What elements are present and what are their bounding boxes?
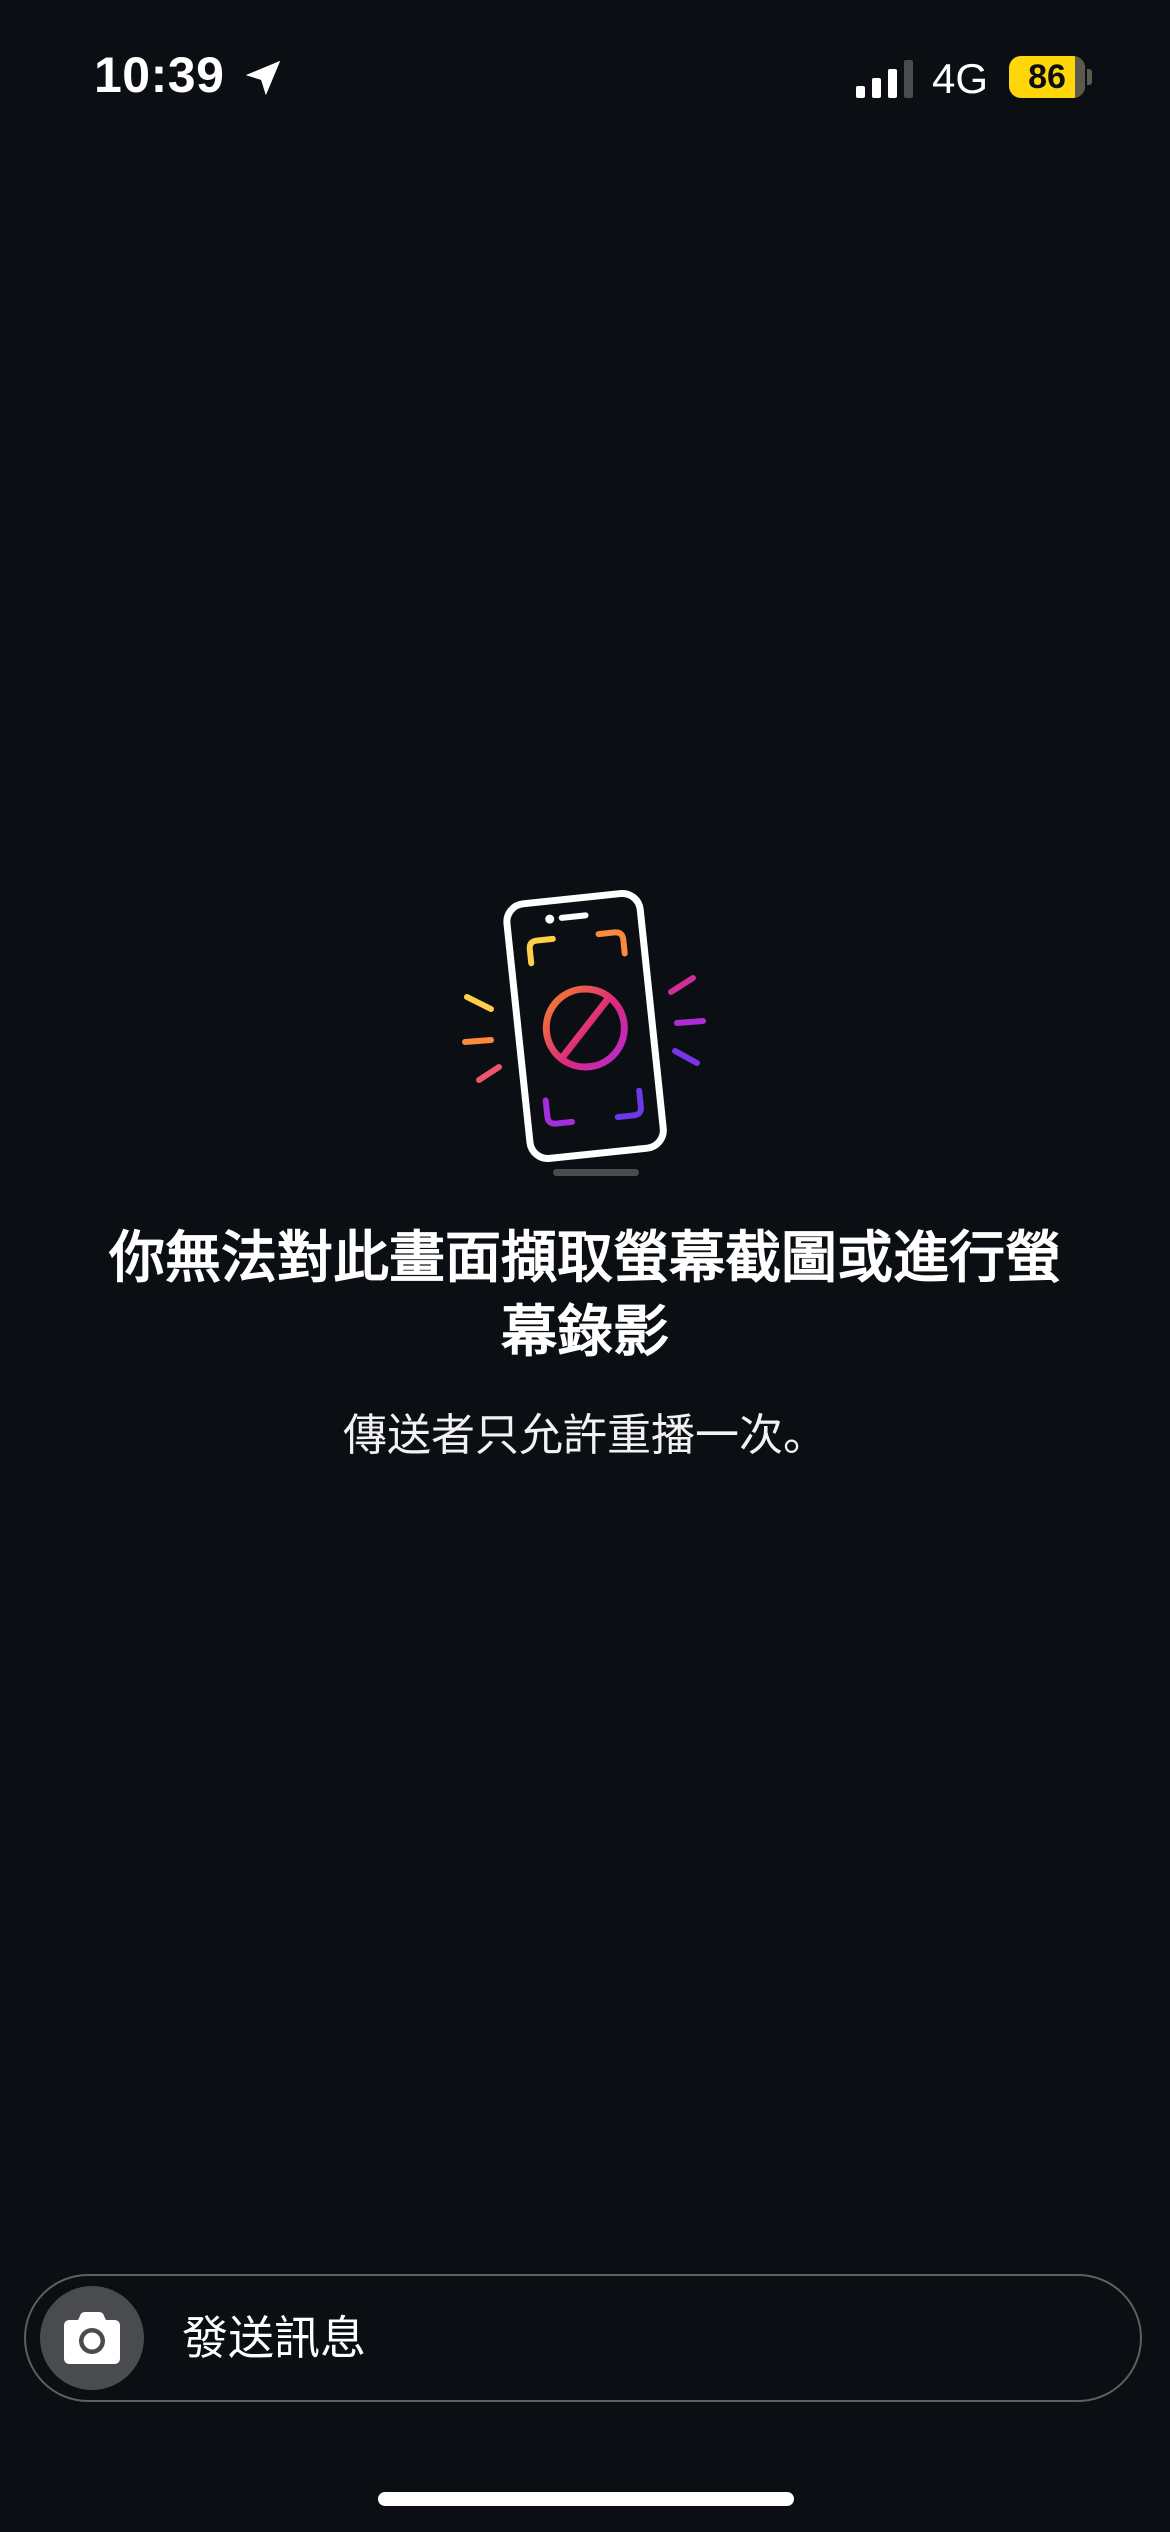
location-arrow-icon: [245, 60, 281, 96]
blocked-notice-title: 你無法對此畫面擷取螢幕截圖或進行螢幕錄影: [109, 1226, 1061, 1365]
camera-button[interactable]: [40, 2286, 144, 2390]
battery-level: 86: [1028, 58, 1066, 96]
battery-tip: [1087, 69, 1092, 85]
network-type: 4G: [932, 55, 989, 102]
message-input[interactable]: 發送訊息: [182, 2276, 366, 2400]
screenshot-blocked-phone-icon: [462, 889, 706, 1176]
blocked-notice-subtitle: 傳送者只允許重播一次。: [343, 1410, 827, 1461]
status-bar: 10:39 4G 86: [0, 0, 1170, 150]
home-indicator[interactable]: [378, 2492, 794, 2506]
battery-icon: 86: [1009, 56, 1085, 98]
status-time: 10:39: [94, 47, 225, 103]
message-composer[interactable]: 發送訊息: [24, 2274, 1142, 2402]
camera-icon: [64, 2312, 120, 2364]
cellular-signal-icon: [856, 60, 913, 98]
